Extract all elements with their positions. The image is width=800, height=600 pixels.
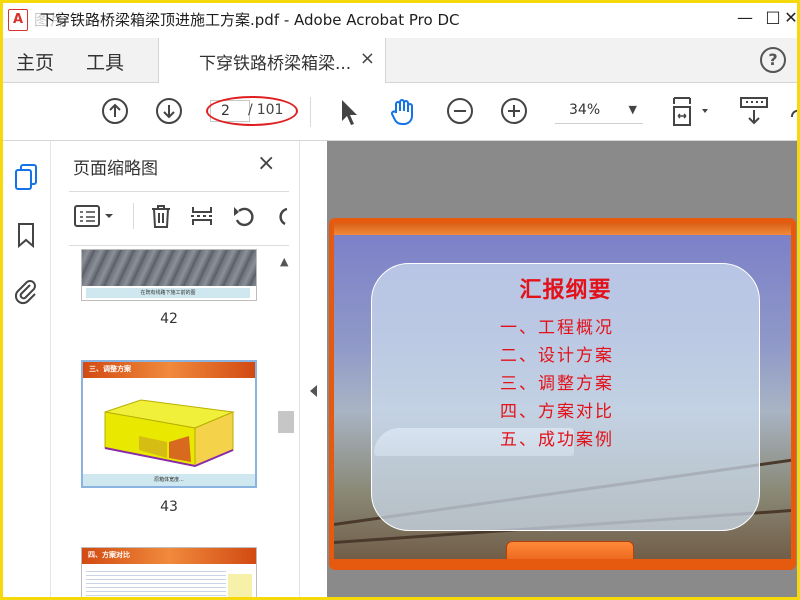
outline-item: 三、调整方案 [500, 374, 614, 394]
scrollbar-thumb[interactable] [278, 411, 294, 433]
thumbnail-header-text: 三、调整方案 [89, 365, 131, 373]
pdf-page-slide: 汇报纲要 一、工程概况 二、设计方案 三、调整方案 四、方案对比 五、成功案例 [329, 218, 796, 570]
menu-home[interactable]: 主页 [16, 48, 54, 75]
panel-tool-divider [133, 203, 134, 229]
zoom-level-select[interactable]: 34% ▼ [555, 99, 643, 124]
rotate-clockwise-icon[interactable] [273, 203, 289, 229]
page-thumbnail[interactable]: 四、方案对比 [81, 547, 257, 600]
toolbar-divider [310, 97, 311, 127]
panel-divider [69, 191, 289, 192]
attachment-icon[interactable] [13, 277, 39, 305]
zoom-value: 34% [569, 102, 601, 118]
minimize-button[interactable]: — [732, 5, 758, 31]
thumbnail-caption: 原箱体宽度... [83, 474, 255, 486]
thumbnail-table [86, 568, 226, 600]
thumbnail-caption: 在既有线路下施工前的图 [86, 288, 250, 298]
panel-collapse-strip[interactable] [299, 141, 328, 600]
rotate-counterclockwise-icon[interactable] [231, 203, 257, 229]
thumbnail-options-icon[interactable] [73, 203, 117, 229]
slide-bottom-border [334, 559, 791, 565]
total-pages: 101 [256, 102, 284, 118]
collapse-panel-icon[interactable] [310, 385, 317, 397]
zoom-out-icon[interactable] [446, 97, 474, 125]
outline-item: 五、成功案例 [500, 430, 614, 450]
page-thumbnail-selected[interactable]: 三、调整方案 原箱体宽度... [81, 360, 257, 488]
zoom-in-icon[interactable] [500, 97, 528, 125]
scroll-up-icon[interactable]: ▲ [280, 255, 288, 268]
bookmark-icon[interactable] [13, 221, 39, 249]
hand-tool-icon[interactable] [388, 97, 418, 127]
slide-decorative-button [506, 541, 634, 565]
window-title: 下穿铁路桥梁箱梁顶进施工方案.pdf - Adobe Acrobat Pro D… [40, 11, 460, 29]
menu-tab-bar: 主页 工具 下穿铁路桥梁箱梁... × ? [0, 38, 800, 83]
page-number-label: 42 [160, 311, 178, 327]
document-tab-close-button[interactable]: × [360, 48, 375, 69]
help-button[interactable]: ? [760, 47, 786, 73]
thumbnail-header-text: 四、方案对比 [88, 551, 130, 559]
chevron-down-icon: ▼ [628, 103, 637, 116]
menu-tools[interactable]: 工具 [86, 48, 124, 75]
thumbnail-image [83, 378, 255, 474]
select-cursor-icon[interactable] [338, 97, 360, 127]
document-tab-label: 下穿铁路桥梁箱梁... [199, 54, 352, 74]
slide-content-box: 汇报纲要 一、工程概况 二、设计方案 三、调整方案 四、方案对比 五、成功案例 [371, 263, 760, 531]
thumbnail-note [228, 574, 252, 600]
document-tab[interactable]: 下穿铁路桥梁箱梁... × [158, 38, 386, 83]
panel-divider [69, 245, 289, 246]
thumbnail-list: 在既有线路下施工前的图 42 三、调整方案 原箱体宽度... 43 四、方案对比 [69, 249, 275, 600]
outline-item: 二、设计方案 [500, 346, 614, 366]
outline-list: 一、工程概况 二、设计方案 三、调整方案 四、方案对比 五、成功案例 [500, 314, 614, 454]
outline-item: 一、工程概况 [500, 318, 614, 338]
page-thumbnail[interactable]: 在既有线路下施工前的图 [81, 249, 257, 301]
page-number-label: 43 [160, 499, 178, 515]
box-girder-drawing [104, 399, 235, 468]
document-view[interactable]: 汇报纲要 一、工程概况 二、设计方案 三、调整方案 四、方案对比 五、成功案例 [327, 141, 800, 600]
next-page-icon[interactable] [155, 97, 183, 125]
title-bar: A 图片 下穿铁路桥梁箱梁顶进施工方案.pdf - Adobe Acrobat … [0, 0, 800, 39]
thumbnail-image [82, 250, 256, 286]
acrobat-app-icon: A [8, 9, 28, 31]
page-thumbnails-icon[interactable] [13, 163, 39, 191]
thumbnail-scrollbar[interactable]: ▲ [277, 249, 294, 600]
delete-page-icon[interactable] [149, 203, 173, 229]
toolbar: 2 /101 34% ▼ [0, 83, 800, 141]
page-total: /101 [248, 102, 284, 118]
slide-title: 汇报纲要 [519, 278, 612, 303]
panel-title: 页面缩略图 [73, 159, 158, 179]
extract-page-icon[interactable] [189, 203, 215, 229]
page-number-input[interactable]: 2 [210, 100, 250, 122]
outline-item: 四、方案对比 [500, 402, 614, 422]
slide-top-border [334, 223, 791, 235]
fit-page-icon[interactable] [668, 95, 712, 129]
close-window-button[interactable]: ✕ [778, 5, 800, 31]
previous-page-icon[interactable] [101, 97, 129, 125]
more-tools-icon[interactable] [786, 95, 800, 129]
thumbnails-panel: 页面缩略图 × 在既有线路下施工前的图 42 三、调整方案 原箱体宽度... 4… [51, 141, 299, 600]
navigation-rail [0, 141, 51, 600]
panel-close-button[interactable]: × [257, 151, 275, 176]
scroll-mode-icon[interactable] [738, 95, 770, 129]
